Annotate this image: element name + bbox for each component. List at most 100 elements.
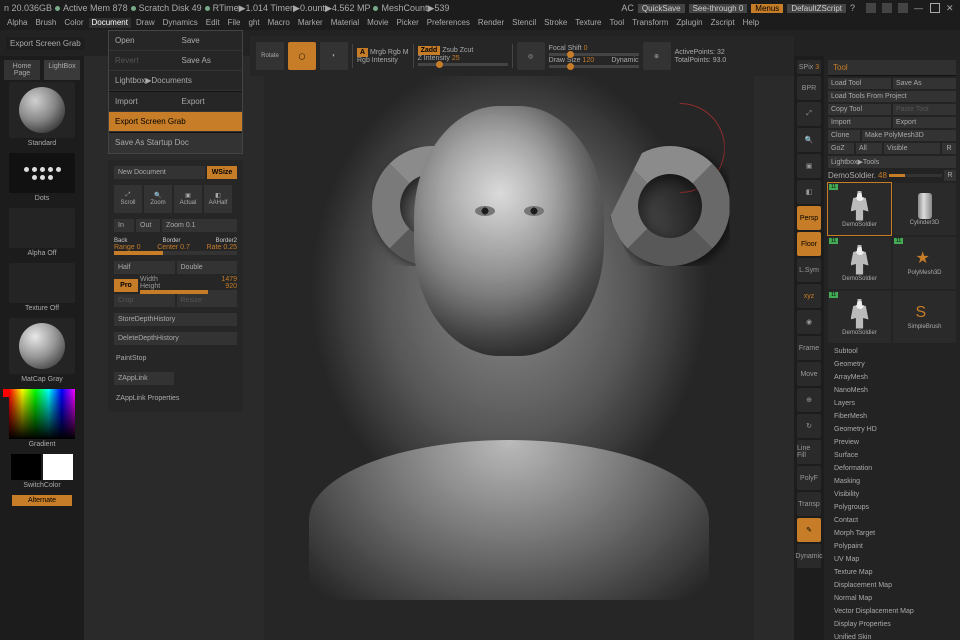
docmenu-open[interactable]: Open <box>109 31 176 50</box>
spix-slider[interactable]: SPix 3 <box>797 60 821 74</box>
tool-slider[interactable] <box>889 174 942 177</box>
zoom-icon[interactable]: 🔍 <box>797 128 821 152</box>
section-nanomesh[interactable]: NanoMesh <box>828 384 956 397</box>
thumb-cylinder[interactable]: Cylinder3D <box>893 183 956 235</box>
menu-light[interactable]: ght <box>245 18 262 28</box>
goz-all-button[interactable]: All <box>856 143 882 154</box>
range-slider[interactable]: Range 0 <box>114 244 140 251</box>
menu-transform[interactable]: Transform <box>629 18 671 28</box>
persp-icon[interactable]: Persp <box>797 206 821 230</box>
thumb-demosoldier-1[interactable]: 11DemoSoldier <box>828 183 891 235</box>
rgb-toggle[interactable]: Rgb <box>388 49 401 56</box>
drawsize-slider[interactable] <box>549 65 639 68</box>
brush-active-icon[interactable]: ◯ <box>288 42 316 70</box>
menu-brush[interactable]: Brush <box>32 18 59 28</box>
thumb-simplebrush[interactable]: SSimpleBrush <box>893 291 956 343</box>
menu-document[interactable]: Document <box>89 18 131 28</box>
texture-tile[interactable] <box>9 263 75 303</box>
paintstop-section[interactable]: PaintStop <box>114 351 237 366</box>
zoom-button[interactable]: 🔍Zoom <box>144 185 172 213</box>
clone-button[interactable]: Clone <box>828 130 860 141</box>
zoom-value[interactable]: Zoom 0.1 <box>162 219 237 232</box>
docmenu-save[interactable]: Save <box>176 31 243 50</box>
section-surface[interactable]: Surface <box>828 449 956 462</box>
alternate-button[interactable]: Alternate <box>12 495 72 506</box>
section-displacementmap[interactable]: Displacement Map <box>828 579 956 592</box>
docmenu-saveas[interactable]: Save As <box>176 51 243 70</box>
docmenu-save-startup[interactable]: Save As Startup Doc <box>109 133 242 152</box>
aahalf-icon[interactable]: ◧ <box>797 180 821 204</box>
zadd-toggle[interactable]: Zadd <box>418 46 441 55</box>
section-arraymesh[interactable]: ArrayMesh <box>828 371 956 384</box>
color-picker[interactable] <box>9 389 75 439</box>
layout2-icon[interactable] <box>882 3 892 13</box>
goz-visible-button[interactable]: Visible <box>884 143 940 154</box>
section-masking[interactable]: Masking <box>828 475 956 488</box>
section-fibermesh[interactable]: FiberMesh <box>828 410 956 423</box>
wsize-button[interactable]: WSize <box>207 166 237 179</box>
menu-edit[interactable]: Edit <box>203 18 223 28</box>
layout1-icon[interactable] <box>866 3 876 13</box>
zoom-in-button[interactable]: In <box>114 219 134 232</box>
help-icon[interactable]: ? <box>850 3 860 13</box>
zsub-toggle[interactable]: Zsub <box>442 47 458 54</box>
actual-button[interactable]: ▣Actual <box>174 185 202 213</box>
pro-button[interactable]: Pro <box>114 279 138 292</box>
move-icon[interactable]: Move <box>797 362 821 386</box>
menu-render[interactable]: Render <box>475 18 507 28</box>
section-polypaint[interactable]: Polypaint <box>828 540 956 553</box>
center-slider[interactable]: Center 0.7 <box>157 244 190 251</box>
import-tool-button[interactable]: Import <box>828 117 891 128</box>
section-geometry[interactable]: Geometry <box>828 358 956 371</box>
thumb-polymesh[interactable]: 11★PolyMesh3D <box>893 237 956 289</box>
swatch-white[interactable] <box>43 454 73 480</box>
section-visibility[interactable]: Visibility <box>828 488 956 501</box>
section-contact[interactable]: Contact <box>828 514 956 527</box>
menu-alpha[interactable]: Alpha <box>4 18 30 28</box>
rotate-icon[interactable]: ↻ <box>797 414 821 438</box>
xyz-icon[interactable]: xyz <box>797 284 821 308</box>
tool-panel-title[interactable]: Tool <box>828 60 956 76</box>
scroll-button[interactable]: ⤢Scroll <box>114 185 142 213</box>
goz-r-button[interactable]: R <box>942 143 956 154</box>
m-toggle[interactable]: M <box>403 49 409 56</box>
lightbox-tab[interactable]: LightBox <box>44 60 80 80</box>
delete-depth-button[interactable]: DeleteDepthHistory <box>114 332 237 345</box>
material-tile[interactable] <box>9 318 75 374</box>
rate-slider[interactable]: Rate 0.25 <box>207 244 237 251</box>
menu-tool[interactable]: Tool <box>607 18 628 28</box>
menu-macro[interactable]: Macro <box>265 18 293 28</box>
solo-icon[interactable]: ◉ <box>797 310 821 334</box>
newdoc-button[interactable]: New Document <box>114 166 205 179</box>
export-tool-button[interactable]: Export <box>893 117 956 128</box>
focal-icon[interactable]: ◎ <box>517 42 545 70</box>
mrgb-toggle[interactable]: Mrgb <box>370 49 386 56</box>
zcut-toggle[interactable]: Zcut <box>460 47 474 54</box>
copytool-button[interactable]: Copy Tool <box>828 104 891 115</box>
zintensity-slider[interactable] <box>418 63 508 66</box>
a-toggle[interactable]: A <box>357 48 368 57</box>
section-displayprops[interactable]: Display Properties <box>828 618 956 631</box>
load-project-button[interactable]: Load Tools From Project <box>828 91 956 102</box>
docmenu-import[interactable]: Import <box>109 92 176 111</box>
minimize-icon[interactable]: — <box>914 3 924 13</box>
menu-movie[interactable]: Movie <box>364 18 391 28</box>
stroke-tile[interactable] <box>9 153 75 193</box>
saveas-tool-button[interactable]: Save As <box>893 78 956 89</box>
floor-icon[interactable]: Floor <box>797 232 821 256</box>
section-deformation[interactable]: Deformation <box>828 462 956 475</box>
home-tab[interactable]: Home Page <box>4 60 40 80</box>
double-button[interactable]: Double <box>177 261 238 274</box>
thumb-demosoldier-2[interactable]: 11DemoSoldier <box>828 237 891 289</box>
menu-zplugin[interactable]: Zplugin <box>673 18 705 28</box>
section-geometryhd[interactable]: Geometry HD <box>828 423 956 436</box>
scroll-icon[interactable]: ⤢ <box>797 102 821 126</box>
docmenu-export-grab[interactable]: Export Screen Grab <box>109 112 242 131</box>
rotate-icon[interactable]: Rotate <box>256 42 284 70</box>
store-depth-button[interactable]: StoreDepthHistory <box>114 313 237 326</box>
aahalf-button[interactable]: ◧AAHalf <box>204 185 232 213</box>
section-unifiedskin[interactable]: Unified Skin <box>828 631 956 640</box>
swatch-black[interactable] <box>11 454 41 480</box>
section-uvmap[interactable]: UV Map <box>828 553 956 566</box>
section-polygroups[interactable]: Polygroups <box>828 501 956 514</box>
